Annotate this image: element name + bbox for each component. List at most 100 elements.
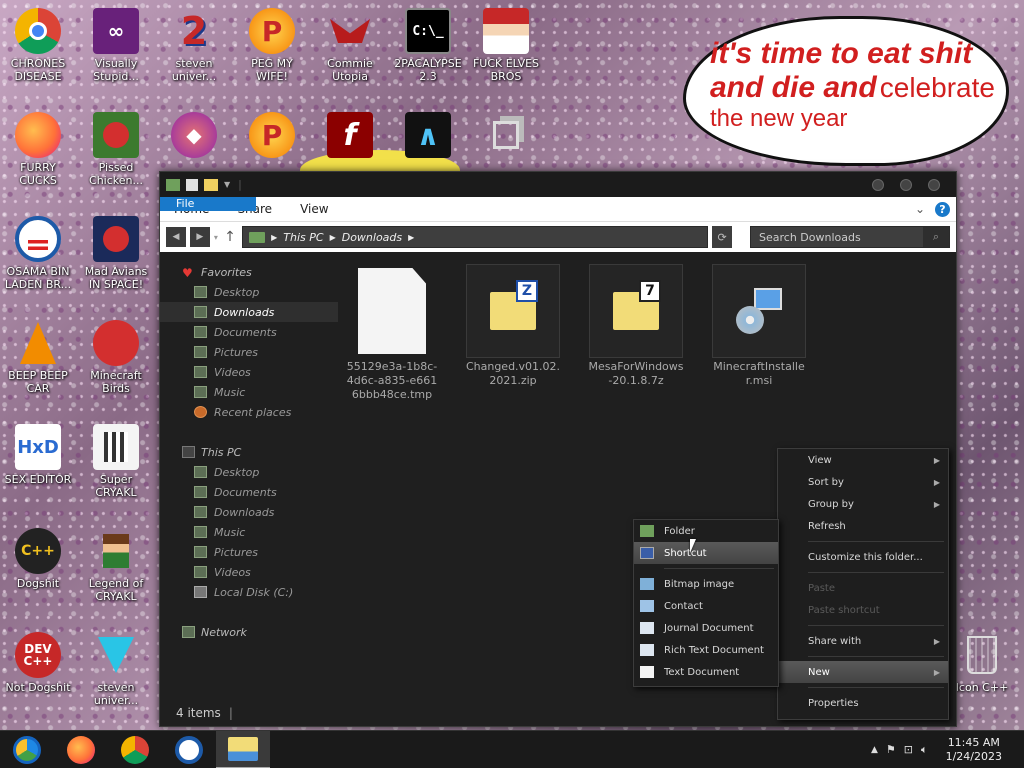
recent-locations-chevron-icon[interactable]: ▾ [214,233,218,242]
submenu-item-bitmap-image[interactable]: Bitmap image [634,573,778,595]
nav-item-pc-documents[interactable]: Documents [160,482,338,502]
submenu-item-text-document[interactable]: Text Document [634,661,778,683]
desktop-icon-notepad[interactable]: ∧ [390,112,466,161]
breadcrumb-downloads[interactable]: Downloads [342,231,402,244]
refresh-button[interactable]: ⟳ [712,226,733,248]
desktop-icon-2pacalypse[interactable]: C:\_ 2PACALYPSE 2.3 [390,8,466,83]
desktop-icon-commie-utopia[interactable]: Commie Utopia [312,8,388,83]
desktop-icon-beep-beep-car[interactable]: BEEP BEEP CAR [0,320,76,395]
desktop-icon-mad-avians[interactable]: Mad Avians IN SPACE! [78,216,154,291]
minimize-button[interactable] [872,178,884,191]
file-item[interactable]: Z Changed.v01.02.2021.zip [465,264,561,388]
desktop-icon-chrones-disease[interactable]: CHRONES DISEASE [0,8,76,83]
submenu-item-folder[interactable]: Folder [634,520,778,542]
action-center-flag-icon[interactable]: ⚑ [886,743,896,756]
desktop-icon-label: SEX EDITOR [4,473,72,486]
submenu-item-contact[interactable]: Contact [634,595,778,617]
forward-button[interactable]: ▶ [189,227,210,247]
nav-item-pc-desktop[interactable]: Desktop [160,462,338,482]
text-document-icon [640,666,654,678]
desktop-icon-pissed-chicken[interactable]: Pissed Chicken... [78,112,154,187]
menu-item-sort-by[interactable]: Sort by ▶ [778,471,948,493]
search-box[interactable]: Search Downloads ⌕ [750,226,951,248]
show-hidden-icons-chevron-icon[interactable]: ▲ [871,745,878,755]
clock[interactable]: 11:45 AM 1/24/2023 [946,736,1002,764]
pictures-icon [194,546,207,558]
menu-item-customize-folder[interactable]: Customize this folder... [778,546,948,568]
desktop-icon-dogshit[interactable]: C++ Dogshit [0,528,76,590]
nav-item-desktop[interactable]: Desktop [160,282,338,302]
desktop-icon-furry-cucks[interactable]: FURRY CUCKS [0,112,76,187]
nav-item-music[interactable]: Music [160,382,338,402]
desktop-icon-diamond[interactable]: ◆ [156,112,232,161]
taskbar-firefox[interactable] [54,731,108,768]
breadcrumb-this-pc[interactable]: This PC [283,231,323,244]
nav-item-local-disk[interactable]: Local Disk (C:) [160,582,338,602]
desktop-icon-visually-stupid[interactable]: ∞ Visually Stupid... [78,8,154,83]
desktop-icon-flash[interactable]: f [312,112,388,161]
file-item[interactable]: MinecraftInstaller.msi [711,264,807,388]
menu-item-properties[interactable]: Properties [778,692,948,714]
nav-item-label: Videos [214,565,251,579]
desktop-icon-steven-universe-2[interactable]: 2 steven univer... [156,8,232,84]
nav-item-pc-pictures[interactable]: Pictures [160,542,338,562]
search-input[interactable]: Search Downloads [759,231,861,244]
back-button[interactable]: ◀ [166,227,186,247]
contact-icon [640,600,654,612]
nav-item-documents[interactable]: Documents [160,322,338,342]
volume-icon[interactable]: 🔈︎ [921,743,928,757]
desktop-icon-copies[interactable] [468,112,544,161]
menu-item-share-with[interactable]: Share with ▶ [778,630,948,652]
nav-item-pc-music[interactable]: Music [160,522,338,542]
menu-item-new[interactable]: New ▶ [778,661,948,683]
desktop-icon-osama[interactable]: OSAMA BIN LADEN BR... [0,216,76,291]
nav-item-pc-downloads[interactable]: Downloads [160,502,338,522]
nav-item-pc-videos[interactable]: Videos [160,562,338,582]
maximize-button[interactable] [900,178,912,191]
desktop-icon-p-letter-2[interactable]: P [234,112,310,161]
close-button[interactable] [928,178,940,191]
nav-item-pictures[interactable]: Pictures [160,342,338,362]
submenu-item-rich-text-document[interactable]: Rich Text Document [634,639,778,661]
desktop-icon-peg-my-wife[interactable]: P PEG MY WIFE! [234,8,310,83]
nav-item-downloads[interactable]: Downloads [160,302,338,322]
properties-icon[interactable] [186,178,198,191]
nav-group-favorites[interactable]: ♥ Favorites [160,262,338,282]
nav-group-this-pc[interactable]: This PC [160,442,338,462]
file-item[interactable]: 7 MesaForWindows-20.1.8.7z [588,264,684,388]
nav-group-network[interactable]: Network [160,622,338,642]
desktop-icon-legend-of-cryakl[interactable]: Legend of CRYAKL [78,528,154,603]
desktop-icon-label: FURRY CUCKS [19,161,57,187]
network-icon[interactable]: ⊡ [904,743,913,756]
up-arrow-icon[interactable]: ↑ [222,229,238,245]
nav-item-videos[interactable]: Videos [160,362,338,382]
new-folder-icon[interactable] [204,178,218,191]
nav-item-recent-places[interactable]: Recent places [160,402,338,422]
taskbar-file-explorer[interactable] [216,730,270,768]
menu-item-view[interactable]: View ▶ [778,449,948,471]
desktop-icon-fuck-elves-bros[interactable]: FUCK ELVES BROS [468,8,544,83]
desktop-icon-not-dogshit[interactable]: DEV C++ Not Dogshit [0,632,76,694]
menu-item-refresh[interactable]: Refresh [778,515,948,537]
help-icon[interactable]: ? [935,201,950,217]
desktop-icon-minecraft-birds[interactable]: Minecraft Birds [78,320,154,395]
taskbar-obama[interactable] [162,731,216,768]
file-item[interactable]: 55129e3a-1b8c-4d6c-a835-e6616bbb48ce.tmp [344,264,440,402]
search-icon[interactable]: ⌕ [923,227,950,247]
tab-view[interactable]: View [286,197,342,221]
taskbar-chrome[interactable] [108,731,162,768]
submenu-item-shortcut[interactable]: Shortcut [634,542,778,564]
taskbar-chromium[interactable] [0,731,54,768]
tab-file[interactable]: File [160,197,256,211]
address-bar[interactable]: ▶ This PC ▶ Downloads ▶ [242,226,709,248]
title-bar[interactable]: ▼ | [160,172,956,197]
expand-ribbon-chevron-icon[interactable]: ⌄ [915,202,925,216]
desktop-icon-label: Commie Utopia [327,57,373,83]
desktop-icon-sex-editor[interactable]: HxD SEX EDITOR [0,424,76,486]
desktop-icon-super-cryakl[interactable]: Super CRYAKL [78,424,154,499]
submenu-item-journal-document[interactable]: Journal Document [634,617,778,639]
desktop-icon-label: 2PACALYPSE 2.3 [394,57,462,83]
menu-item-group-by[interactable]: Group by ▶ [778,493,948,515]
chevron-down-icon[interactable]: ▼ [224,180,230,189]
desktop-icon-steven-universe-gem[interactable]: steven univer... [78,632,154,707]
